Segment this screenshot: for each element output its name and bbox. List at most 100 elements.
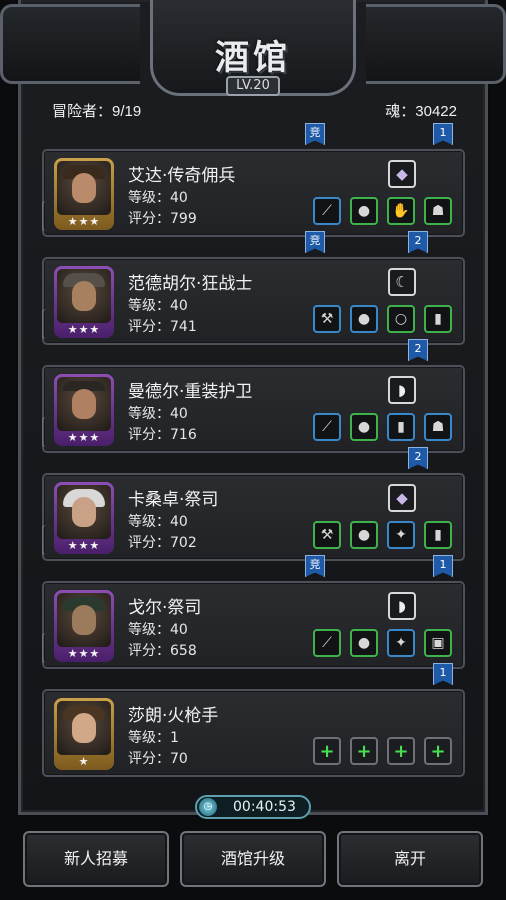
armor-icon[interactable]: ● <box>350 629 378 657</box>
add-icon[interactable]: + <box>350 737 378 765</box>
hero-level: 等级：40 <box>128 190 188 206</box>
gauntlet-icon[interactable]: ✋ <box>387 197 415 225</box>
add-icon[interactable]: + <box>387 737 415 765</box>
hero-score: 评分：716 <box>128 427 197 443</box>
gear-row: + + + + <box>313 737 452 765</box>
barrel-icon[interactable]: ▣ <box>424 629 452 657</box>
ring-icon[interactable]: ○ <box>387 305 415 333</box>
hero-face <box>57 161 111 215</box>
hero-card[interactable]: ★ 莎朗·火枪手 等级：1 评分：70 + + + + <box>42 689 465 777</box>
hero-stars: ★★★ <box>67 431 101 444</box>
compete-tag: 竞 <box>305 123 325 145</box>
rank-tag: 1 <box>433 663 453 685</box>
scroll-icon[interactable]: ▮ <box>387 413 415 441</box>
hero-card[interactable]: ★★★ 曼德尔·重装护卫 等级：40 评分：716 ◗ ⟋ ● ▮ ☗ <box>42 365 465 453</box>
hero-portrait[interactable]: ★★★ <box>54 590 114 662</box>
pet-icon[interactable]: ☗ <box>424 413 452 441</box>
gear-row: ⟋ ● ▮ ☗ <box>313 413 452 441</box>
hero-face <box>57 269 111 323</box>
hero-stars: ★ <box>78 755 90 768</box>
compete-tag: 竞 <box>305 231 325 253</box>
sword-icon[interactable]: ⟋ <box>313 413 341 441</box>
hero-face <box>57 485 111 539</box>
hero-portrait[interactable]: ★ <box>54 698 114 770</box>
page-title: 酒馆 <box>215 38 291 78</box>
tavern-level-badge: LV.20 <box>226 76 280 96</box>
rank-tag: 2 <box>408 447 428 469</box>
hero-score: 评分：741 <box>128 319 197 335</box>
crystal-icon[interactable]: ◆ <box>388 160 416 188</box>
rank-tag: 1 <box>433 555 453 577</box>
hero-score: 评分：799 <box>128 211 197 227</box>
hero-card[interactable]: ★★★ 卡桑卓·祭司 等级：40 评分：702 ◆ ⚒ ● ✦ ▮ <box>42 473 465 561</box>
hero-level: 等级：40 <box>128 514 188 530</box>
soul-count: 魂：30422 <box>385 103 457 120</box>
gear-row: ⚒ ● ✦ ▮ <box>313 521 452 549</box>
upgrade-tavern-button[interactable]: 酒馆升级 <box>180 831 326 887</box>
hero-stars: ★★★ <box>67 647 101 660</box>
hero-card[interactable]: ★★★ 范德胡尔·狂战士 等级：40 评分：741 ☾ ⚒ ● ○ ▮ <box>42 257 465 345</box>
pet-icon[interactable]: ☗ <box>424 197 452 225</box>
clock-icon: ◷ <box>199 798 217 816</box>
hero-stars: ★★★ <box>67 323 101 336</box>
rank-tag: 2 <box>408 231 428 253</box>
hero-name: 戈尔·祭司 <box>128 598 202 618</box>
card-hook <box>42 309 48 339</box>
hammer-icon[interactable]: ⚒ <box>313 521 341 549</box>
gear-row: ⟋ ● ✋ ☗ <box>313 197 452 225</box>
card-hook <box>42 201 48 231</box>
card-hook <box>42 417 48 447</box>
scroll-icon[interactable]: ▮ <box>424 521 452 549</box>
card-hook <box>42 525 48 555</box>
crystal-icon[interactable]: ◆ <box>388 484 416 512</box>
hero-list[interactable]: 竞 1 ★★★ 艾达·传奇佣兵 等级：40 评分：799 ◆ ⟋ ● ✋ ☗ 竞… <box>42 123 465 778</box>
gear-row: ⟋ ● ✦ ▣ <box>313 629 452 657</box>
add-icon[interactable]: + <box>424 737 452 765</box>
hero-score: 评分：702 <box>128 535 197 551</box>
hero-level: 等级：40 <box>128 622 188 638</box>
rank-tag: 2 <box>408 339 428 361</box>
adventurer-count: 冒险者：9/19 <box>52 103 142 120</box>
leave-button[interactable]: 离开 <box>337 831 483 887</box>
hero-name: 范德胡尔·狂战士 <box>128 274 253 294</box>
claw-icon[interactable]: ☾ <box>388 268 416 296</box>
hero-card[interactable]: ★★★ 戈尔·祭司 等级：40 评分：658 ◗ ⟋ ● ✦ ▣ <box>42 581 465 669</box>
hero-name: 曼德尔·重装护卫 <box>128 382 253 402</box>
hero-portrait[interactable]: ★★★ <box>54 158 114 230</box>
mace-icon[interactable]: ⟋ <box>313 629 341 657</box>
armor-icon[interactable]: ● <box>350 521 378 549</box>
axe-icon[interactable]: ⚒ <box>313 305 341 333</box>
scroll-icon[interactable]: ▮ <box>424 305 452 333</box>
staff-icon[interactable]: ⟋ <box>313 197 341 225</box>
compete-tag: 竞 <box>305 555 325 577</box>
bottom-action-bar: 新人招募 酒馆升级 离开 <box>0 822 506 900</box>
hero-face <box>57 593 111 647</box>
horn-icon[interactable]: ◗ <box>388 592 416 620</box>
hero-stars: ★★★ <box>67 539 101 552</box>
amulet-icon[interactable]: ✦ <box>387 629 415 657</box>
hero-stars: ★★★ <box>67 215 101 228</box>
rank-tag: 1 <box>433 123 453 145</box>
gear-row: ⚒ ● ○ ▮ <box>313 305 452 333</box>
horn-icon[interactable]: ◗ <box>388 376 416 404</box>
hero-portrait[interactable]: ★★★ <box>54 266 114 338</box>
hero-level: 等级：40 <box>128 298 188 314</box>
armor-icon[interactable]: ● <box>350 413 378 441</box>
hero-portrait[interactable]: ★★★ <box>54 374 114 446</box>
hero-level: 等级：40 <box>128 406 188 422</box>
refresh-timer: ◷ 00:40:53 <box>195 795 311 819</box>
hero-name: 艾达·传奇佣兵 <box>128 166 236 186</box>
add-icon[interactable]: + <box>313 737 341 765</box>
hero-score: 评分：70 <box>128 751 188 767</box>
armor-icon[interactable]: ● <box>350 197 378 225</box>
recruit-button[interactable]: 新人招募 <box>23 831 169 887</box>
amulet-icon[interactable]: ✦ <box>387 521 415 549</box>
hero-card[interactable]: ★★★ 艾达·传奇佣兵 等级：40 评分：799 ◆ ⟋ ● ✋ ☗ <box>42 149 465 237</box>
hero-name: 莎朗·火枪手 <box>128 706 219 726</box>
hero-name: 卡桑卓·祭司 <box>128 490 219 510</box>
hero-face <box>57 701 111 755</box>
card-hook <box>42 633 48 663</box>
armor-icon[interactable]: ● <box>350 305 378 333</box>
timer-text: 00:40:53 <box>233 799 296 815</box>
hero-portrait[interactable]: ★★★ <box>54 482 114 554</box>
